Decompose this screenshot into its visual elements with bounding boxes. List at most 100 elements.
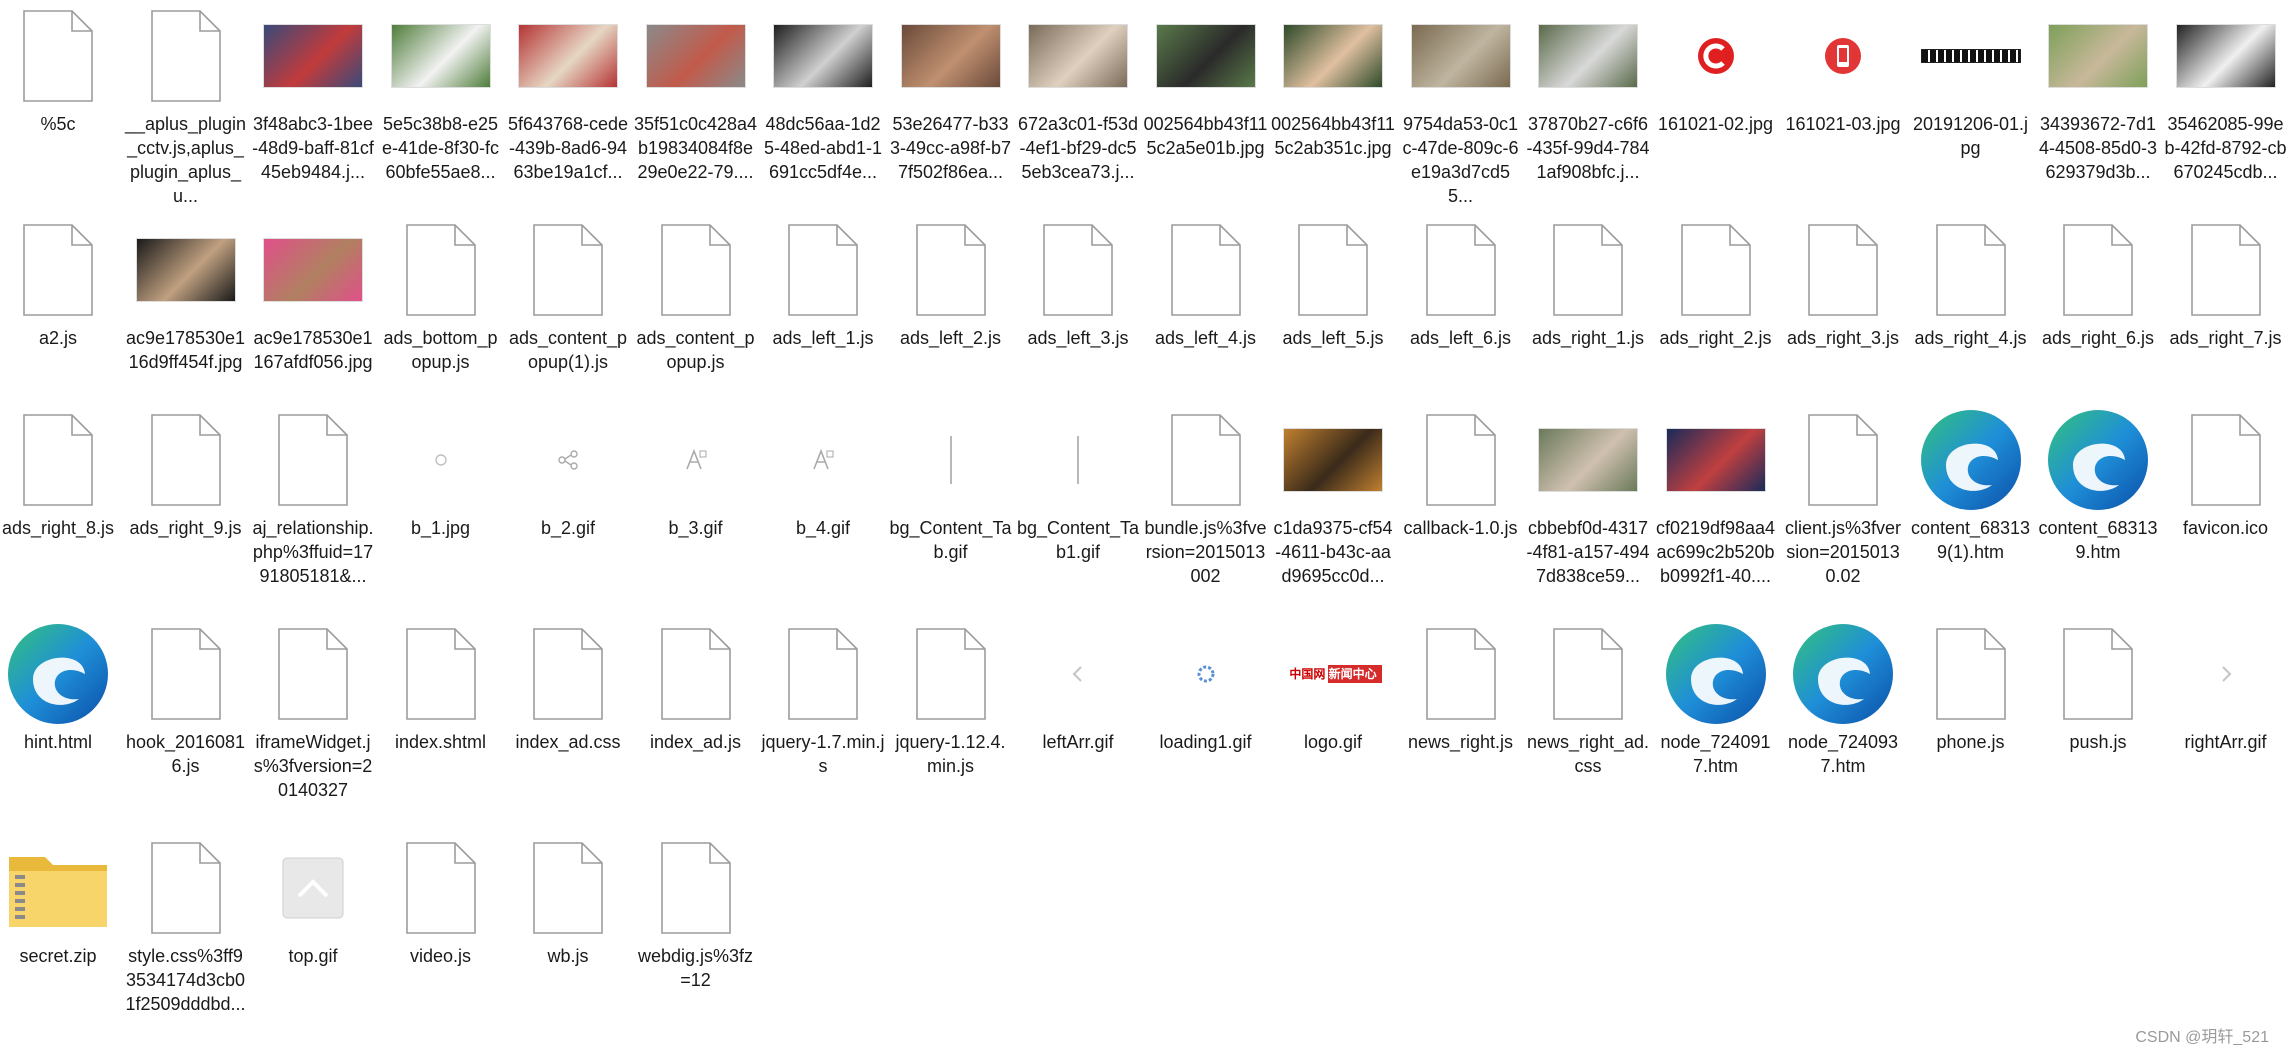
file-item[interactable]: ac9e178530e116d9ff454f.jpg	[124, 214, 248, 374]
file-item[interactable]: 5e5c38b8-e25e-41de-8f30-fc60bfe55ae8...	[379, 0, 503, 184]
file-item[interactable]: hook_20160816.js	[124, 618, 248, 778]
blank-file-icon	[0, 214, 120, 326]
file-item[interactable]: news_right_ad.css	[1526, 618, 1650, 778]
edge-icon	[1654, 618, 1778, 730]
file-item[interactable]: secret.zip	[0, 832, 120, 968]
file-item[interactable]: content_683139.htm	[2036, 404, 2160, 564]
file-item[interactable]: style.css%3ff93534174d3cb01f2509dddbd...	[124, 832, 248, 1016]
file-item[interactable]: ads_right_7.js	[2164, 214, 2287, 350]
file-item[interactable]: cf0219df98aa4ac699c2b520bb0992f1-40....	[1654, 404, 1778, 588]
file-item[interactable]: ads_left_4.js	[1144, 214, 1268, 350]
file-item[interactable]: ads_right_9.js	[124, 404, 248, 540]
image-thumbnail-icon	[1526, 404, 1650, 516]
file-item[interactable]: ads_left_6.js	[1399, 214, 1523, 350]
file-item[interactable]: b_1.jpg	[379, 404, 503, 540]
file-item[interactable]: bg_Content_Tab.gif	[889, 404, 1013, 564]
file-item[interactable]: b_3.gif	[634, 404, 758, 540]
file-item[interactable]: news_right.js	[1399, 618, 1523, 754]
file-item[interactable]: jquery-1.7.min.js	[761, 618, 885, 778]
file-item[interactable]: client.js%3fversion=20150130.02	[1781, 404, 1905, 588]
file-item[interactable]: c1da9375-cf54-4611-b43c-aad9695cc0d...	[1271, 404, 1395, 588]
file-item[interactable]: index_ad.css	[506, 618, 630, 754]
file-item[interactable]: video.js	[379, 832, 503, 968]
file-item[interactable]: leftArr.gif	[1016, 618, 1140, 754]
blank-file-icon	[1016, 214, 1140, 326]
file-name-label: ads_left_4.js	[1154, 328, 1257, 348]
blank-file-icon	[1526, 214, 1650, 326]
file-item[interactable]: index_ad.js	[634, 618, 758, 754]
file-item[interactable]: node_7240917.htm	[1654, 618, 1778, 778]
file-item[interactable]: callback-1.0.js	[1399, 404, 1523, 540]
file-item[interactable]: 35462085-99eb-42fd-8792-cb670245cdb...	[2164, 0, 2287, 184]
file-item[interactable]: aj_relationship.php%3ffuid=1791805181&..…	[251, 404, 375, 588]
file-item[interactable]: top.gif	[251, 832, 375, 968]
file-item[interactable]: 3f48abc3-1bee-48d9-baff-81cf45eb9484.j..…	[251, 0, 375, 184]
file-item[interactable]: ads_right_4.js	[1909, 214, 2033, 350]
file-name-label: ac9e178530e116d9ff454f.jpg	[125, 328, 246, 372]
file-item[interactable]: 672a3c01-f53d-4ef1-bf29-dc55eb3cea73.j..…	[1016, 0, 1140, 184]
file-item[interactable]: 002564bb43f115c2a5e01b.jpg	[1144, 0, 1268, 160]
file-item[interactable]: 20191206-01.jpg	[1909, 0, 2033, 160]
file-item[interactable]: __aplus_plugin_cctv.js,aplus_plugin_aplu…	[124, 0, 248, 208]
file-item[interactable]: ads_right_6.js	[2036, 214, 2160, 350]
file-item[interactable]: content_683139(1).htm	[1909, 404, 2033, 564]
file-item[interactable]: 34393672-7d14-4508-85d0-3629379d3b...	[2036, 0, 2160, 184]
file-name-label: webdig.js%3fz=12	[637, 946, 754, 990]
blank-file-icon	[1654, 214, 1778, 326]
file-item[interactable]: jquery-1.12.4.min.js	[889, 618, 1013, 778]
file-item[interactable]: ads_left_2.js	[889, 214, 1013, 350]
file-item[interactable]: a2.js	[0, 214, 120, 350]
image-thumbnail-icon	[506, 0, 630, 112]
file-item[interactable]: iframeWidget.js%3fversion=20140327	[251, 618, 375, 802]
file-item[interactable]: %5c	[0, 0, 120, 136]
file-item[interactable]: ac9e178530e1167afdf056.jpg	[251, 214, 375, 374]
file-item[interactable]: ads_content_popup(1).js	[506, 214, 630, 374]
file-item[interactable]: ads_content_popup.js	[634, 214, 758, 374]
file-item[interactable]: hint.html	[0, 618, 120, 754]
file-name-label: bg_Content_Tab.gif	[889, 518, 1012, 562]
file-item[interactable]: cbbebf0d-4317-4f81-a157-4947d838ce59...	[1526, 404, 1650, 588]
file-item[interactable]: ads_left_5.js	[1271, 214, 1395, 350]
file-item[interactable]: index.shtml	[379, 618, 503, 754]
file-item[interactable]: ads_right_1.js	[1526, 214, 1650, 350]
file-item[interactable]: 35f51c0c428a4b19834084f8e29e0e22-79....	[634, 0, 758, 184]
file-item[interactable]: 002564bb43f115c2ab351c.jpg	[1271, 0, 1395, 160]
file-name-label: news_right.js	[1407, 732, 1514, 752]
blank-file-icon	[2164, 214, 2287, 326]
file-item[interactable]: node_7240937.htm	[1781, 618, 1905, 778]
file-item[interactable]: loading1.gif	[1144, 618, 1268, 754]
file-item[interactable]: 中国网 新闻中心 logo.gif	[1271, 618, 1395, 754]
blank-file-icon	[761, 214, 885, 326]
file-item[interactable]: bundle.js%3fversion=2015013002	[1144, 404, 1268, 588]
file-item[interactable]: b_2.gif	[506, 404, 630, 540]
file-item[interactable]: push.js	[2036, 618, 2160, 754]
file-item[interactable]: 161021-03.jpg	[1781, 0, 1905, 136]
file-item[interactable]: b_4.gif	[761, 404, 885, 540]
file-item[interactable]: webdig.js%3fz=12	[634, 832, 758, 992]
file-item[interactable]: ads_left_3.js	[1016, 214, 1140, 350]
file-item[interactable]: bg_Content_Tab1.gif	[1016, 404, 1140, 564]
file-item[interactable]: ads_right_3.js	[1781, 214, 1905, 350]
file-item[interactable]: wb.js	[506, 832, 630, 968]
file-item[interactable]: favicon.ico	[2164, 404, 2287, 540]
edge-icon	[2036, 404, 2160, 516]
file-item[interactable]: ads_left_1.js	[761, 214, 885, 350]
blank-file-icon	[506, 832, 630, 944]
file-item[interactable]: ads_right_8.js	[0, 404, 120, 540]
news-logo-icon: 中国网 新闻中心	[1271, 618, 1395, 730]
file-item[interactable]: 5f643768-cede-439b-8ad6-9463be19a1cf...	[506, 0, 630, 184]
file-item[interactable]: 9754da53-0c1c-47de-809c-6e19a3d7cd55...	[1399, 0, 1523, 208]
file-name-label: cf0219df98aa4ac699c2b520bb0992f1-40....	[1655, 518, 1776, 586]
file-item[interactable]: 48dc56aa-1d25-48ed-abd1-1691cc5df4e...	[761, 0, 885, 184]
file-name-label: ads_left_5.js	[1282, 328, 1384, 348]
file-item[interactable]: 53e26477-b333-49cc-a98f-b77f502f86ea...	[889, 0, 1013, 184]
font-a-glyph-icon	[761, 404, 885, 516]
file-item[interactable]: ads_bottom_popup.js	[379, 214, 503, 374]
file-item[interactable]: 161021-02.jpg	[1654, 0, 1778, 136]
file-item[interactable]: 37870b27-c6f6-435f-99d4-7841af908bfc.j..…	[1526, 0, 1650, 184]
file-explorer-grid: %5c __aplus_plugin_cctv.js,aplus_plugin_a…	[0, 0, 2287, 1057]
file-item[interactable]: ads_right_2.js	[1654, 214, 1778, 350]
file-item[interactable]: rightArr.gif	[2164, 618, 2287, 754]
file-item[interactable]: phone.js	[1909, 618, 2033, 754]
blank-file-icon	[124, 618, 248, 730]
